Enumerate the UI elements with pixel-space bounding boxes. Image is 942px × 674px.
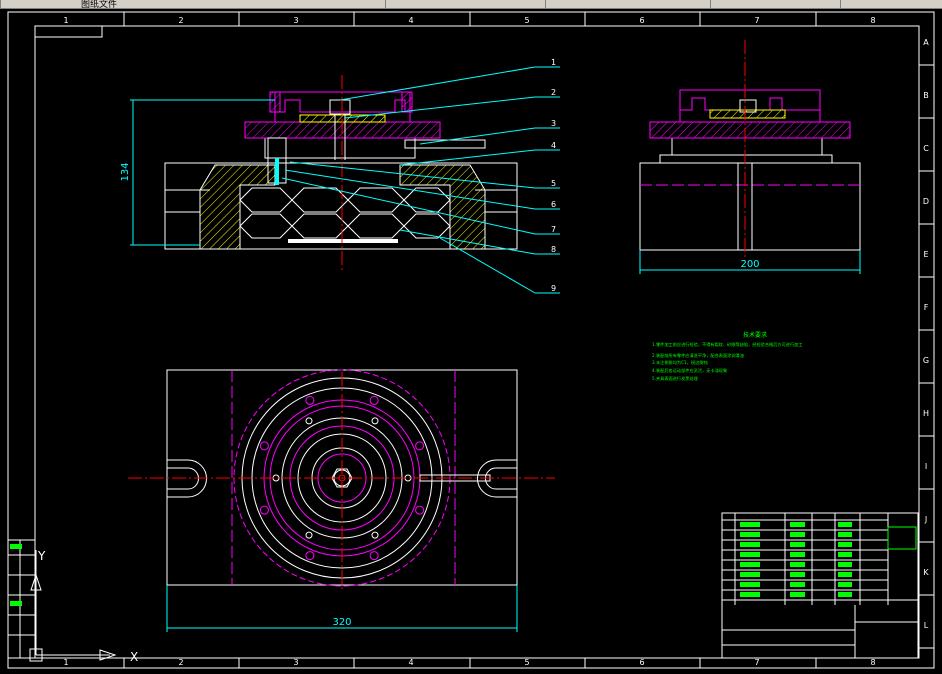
row-label: F: [924, 303, 929, 312]
front-section-view[interactable]: 134: [120, 75, 518, 270]
bolt-hole: [371, 531, 379, 539]
bolt-hole: [415, 505, 425, 515]
bolt-hole: [305, 551, 315, 561]
side-base-block: [639, 162, 861, 251]
bolt-hole: [259, 505, 269, 515]
column-label: 1: [63, 658, 68, 667]
column-label: 5: [524, 16, 529, 25]
bolt-hole: [305, 531, 313, 539]
row-label: B: [923, 91, 929, 100]
column-label: 6: [639, 658, 644, 667]
row-label: J: [924, 515, 927, 524]
dim-plan-text: 320: [332, 617, 351, 628]
handle-rod: [404, 139, 486, 149]
bolt-hole: [369, 395, 379, 405]
ucs-x-label: X: [130, 650, 138, 664]
bottom-plate: [288, 239, 398, 243]
callout-number: 1: [551, 58, 556, 67]
housing-left-hatch: [199, 164, 276, 250]
callout-number: 4: [551, 141, 556, 150]
side-view[interactable]: 200: [639, 40, 861, 274]
column-label: 7: [754, 16, 759, 25]
bolt-hole: [259, 441, 269, 451]
dim-side-text: 200: [740, 259, 759, 270]
part-callouts: 1 2 3 4 5 6 7 8 9: [281, 58, 560, 294]
column-label: 6: [639, 16, 644, 25]
callout-number: 9: [551, 284, 556, 293]
column-label: 8: [870, 16, 875, 25]
column-labels-bottom: 1 2 3 4 5 6 7 8: [63, 658, 876, 668]
column-label: 2: [178, 658, 183, 667]
cad-drawing-canvas[interactable]: 1 2 3 4 5 6 7 8 1 2 3 4 5 6 7 8 A B C D E F G H I J K L 134 12345…: [0, 0, 942, 674]
callout-number: 8: [551, 245, 556, 254]
row-label: H: [923, 409, 929, 418]
column-label: 3: [293, 658, 298, 667]
screw: [275, 158, 279, 185]
dim-height-text: 134: [120, 162, 131, 181]
row-label: K: [923, 568, 929, 577]
column-label: 2: [178, 16, 183, 25]
tech-note-line: 4.装配后各运动部件应灵活，无卡滞现象: [652, 367, 727, 374]
column-label: 1: [63, 16, 68, 25]
technical-notes: 技术要求 1.零件加工前应进行检验，不得有裂纹、砂眼等缺陷，经检验合格后方可进行…: [652, 331, 803, 382]
ucs-icon: X Y: [29, 549, 138, 664]
bolt-hole: [369, 551, 379, 561]
ucs-y-label: Y: [37, 549, 46, 563]
column-label: 4: [408, 16, 413, 25]
row-label: A: [923, 38, 929, 47]
plan-view[interactable]: 320: [128, 369, 555, 632]
row-label: E: [923, 250, 928, 259]
column-label: 4: [408, 658, 413, 667]
column-labels-top: 1 2 3 4 5 6 7 8: [63, 12, 876, 26]
bolt-hole: [415, 441, 425, 451]
row-label: I: [925, 462, 927, 471]
tech-note-line: 2.装配前所有零件应清洗干净，配合表面涂润滑油: [652, 352, 744, 359]
bolt-hole: [305, 395, 315, 405]
row-labels-right: A B C D E F G H I J K L: [919, 38, 934, 649]
revision-block: [7, 539, 36, 659]
row-label: D: [923, 197, 929, 206]
tech-notes-title: 技术要求: [743, 331, 767, 339]
bom-table: [722, 513, 918, 646]
hex-rows: [239, 187, 451, 239]
dimension-side-width: 200: [639, 250, 861, 274]
row-label: L: [924, 621, 929, 630]
column-label: 7: [754, 658, 759, 667]
bolt-hole: [371, 417, 379, 425]
tech-note-line: 3.未注倒角均为C1，锐边倒钝: [652, 359, 708, 366]
callout-number: 7: [551, 225, 556, 234]
callout-number: 3: [551, 119, 556, 128]
callout-number: 6: [551, 200, 556, 209]
dimension-plan-width: 320: [166, 585, 518, 632]
tech-note-line: 1.零件加工前应进行检验，不得有裂纹、砂眼等缺陷，经检验合格后方可进行加工: [652, 341, 803, 348]
column-label: 5: [524, 658, 529, 667]
row-label: C: [923, 144, 929, 153]
column-label: 8: [870, 658, 875, 667]
callout-number: 2: [551, 88, 556, 97]
row-label: G: [923, 356, 929, 365]
bolt-hole: [305, 417, 313, 425]
tech-note-line: 5.夹具表面进行发黑处理: [652, 375, 699, 382]
title-block[interactable]: [721, 512, 919, 659]
column-label: 3: [293, 16, 298, 25]
callout-number: 5: [551, 179, 556, 188]
